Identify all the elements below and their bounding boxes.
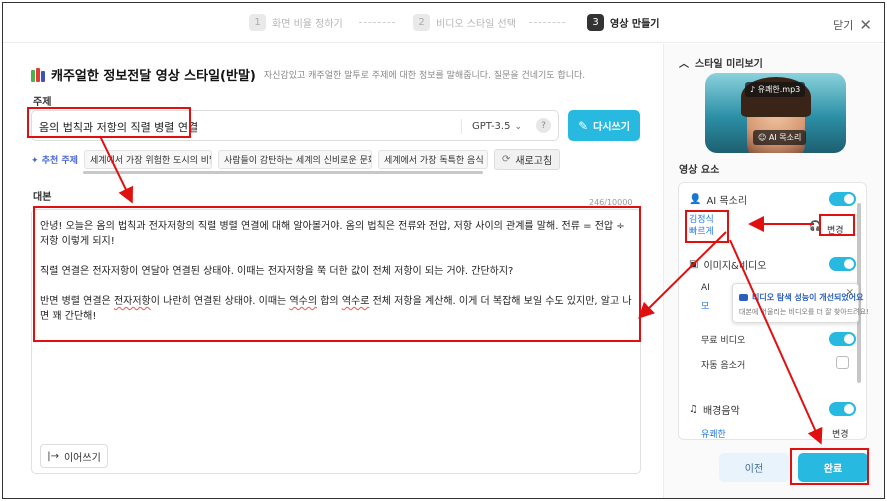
auto-mute-checkbox[interactable]	[836, 356, 849, 369]
side-panel: ︿ 스타일 미리보기 ♪ 유쾌한.mp3 ☺ AI 목소리 영상 요소 👤 AI…	[663, 44, 884, 498]
rewrite-label: 다시쓰기	[593, 122, 630, 133]
option-link[interactable]: 모	[701, 299, 709, 312]
ai-voice-row: 👤 AI 목소리	[689, 192, 747, 207]
continue-writing-button[interactable]: |→ 이어쓰기	[40, 444, 108, 468]
recommend-label: ✦ 추천 주제	[31, 156, 78, 166]
step-make-video[interactable]: 3 영상 만들기	[587, 14, 659, 31]
voice-icon: 👤	[689, 194, 702, 205]
update-tooltip: 비디오 탐색 성능이 개선되었어요 대본에 어울리는 비디오를 더 잘 찾아드려…	[732, 283, 869, 323]
voice-speed: 빠르게	[689, 227, 714, 237]
arrow-right-icon: |→	[47, 450, 59, 462]
script-label: 대본	[33, 192, 52, 203]
step-number: 1	[249, 14, 266, 31]
step-number: 2	[413, 14, 430, 31]
page-subtitle: 자신감있고 캐주얼한 말투로 주제에 대한 정보를 말해줍니다. 질문을 건네기…	[263, 71, 586, 81]
script-paragraph: 안녕! 오늘은 옴의 법칙과 전자저항의 직렬 병렬 연결에 대해 알아볼거야.…	[40, 221, 625, 247]
tooltip-close-icon[interactable]: ×	[846, 287, 854, 298]
step-label: 화면 비율 정하기	[272, 19, 343, 30]
chevron-down-icon: ⌄	[514, 121, 522, 132]
person-icon: ☺	[758, 133, 769, 142]
refresh-icon: ⟳	[501, 154, 511, 165]
step-label: 비디오 스타일 선택	[436, 19, 516, 30]
continue-label: 이어쓰기	[63, 452, 101, 464]
bgm-label: 배경음악	[702, 406, 740, 417]
topic-value: 옴의 법칙과 저항의 직렬 병렬 연결	[39, 121, 199, 134]
image-video-row: ▣ 이미지&비디오	[689, 257, 766, 272]
topic-input[interactable]: 옴의 법칙과 저항의 직렬 병렬 연결 GPT-3.5 ⌄ ?	[31, 110, 559, 141]
bgm-row: ♫ 배경음악	[689, 402, 740, 417]
refresh-label: 새로고침	[515, 156, 553, 167]
ai-voice-toggle[interactable]	[829, 192, 856, 206]
script-paragraph: 반면 병렬 연결은 전자저항이 나란히 연결된 상태야. 이때는 역수의 합의 …	[40, 296, 632, 322]
voice-name: 김정식	[689, 215, 714, 225]
topic-chip[interactable]: 사람들이 감탄하는 세계의 신비로운 문화	[217, 150, 372, 169]
script-textarea[interactable]: 안녕! 오늘은 옴의 법칙과 전자저항의 직렬 병렬 연결에 대해 알아볼거야.…	[31, 209, 641, 474]
rewrite-button[interactable]: ✎ 다시쓰기	[568, 110, 640, 141]
help-icon[interactable]: ?	[536, 118, 551, 133]
stepper: 1 화면 비율 정하기 2 비디오 스타일 선택 3 영상 만들기 닫기 ✕	[3, 3, 884, 43]
free-video-toggle[interactable]	[829, 332, 856, 346]
chevron-up-icon: ︿	[679, 59, 689, 70]
topic-chip[interactable]: 세계에서 가장 위험한 도시의 비밀	[83, 150, 212, 169]
image-icon: ▣	[689, 259, 699, 270]
app-window: 1 화면 비율 정하기 2 비디오 스타일 선택 3 영상 만들기 닫기 ✕ 캐…	[2, 2, 885, 499]
chips-scrollbar[interactable]	[83, 171, 483, 174]
bgm-change-button[interactable]: 변경	[832, 427, 849, 439]
page-header: 캐주얼한 정보전달 영상 스타일(반말) 자신감있고 캐주얼한 말투로 주제에 …	[31, 65, 585, 84]
page-title: 캐주얼한 정보전달 영상 스타일(반말)	[51, 69, 256, 84]
music-note-icon: ♫	[689, 404, 698, 415]
close-button[interactable]: 닫기 ✕	[833, 16, 872, 34]
voice-info[interactable]: 김정식 빠르게	[689, 214, 714, 238]
music-note-icon: ♪	[750, 85, 758, 94]
close-icon: ✕	[859, 16, 872, 34]
music-tag: ♪ 유쾌한.mp3	[745, 82, 806, 97]
script-paragraph: 직렬 연결은 전자저항이 연달아 연결된 상태야. 이때는 전자저항을 쭉 더한…	[40, 266, 514, 277]
books-icon	[31, 67, 45, 82]
voice-tag: ☺ AI 목소리	[753, 130, 807, 145]
step-aspect-ratio[interactable]: 1 화면 비율 정하기	[249, 14, 343, 31]
step-video-style[interactable]: 2 비디오 스타일 선택	[413, 14, 516, 31]
recommended-topics: ✦ 추천 주제 세계에서 가장 위험한 도시의 비밀 사람들이 감탄하는 세계의…	[31, 149, 561, 170]
done-button[interactable]: 완료	[798, 453, 868, 482]
step-divider	[359, 22, 395, 23]
close-label: 닫기	[833, 19, 854, 32]
script-content: 안녕! 오늘은 옴의 법칙과 전자저항의 직렬 병렬 연결에 대해 알아볼거야.…	[40, 219, 632, 339]
headphones-icon[interactable]: 🎧	[809, 221, 821, 232]
image-video-label: 이미지&비디오	[703, 261, 767, 272]
main-panel: 캐주얼한 정보전달 영상 스타일(반말) 자신감있고 캐주얼한 말투로 주제에 …	[3, 44, 663, 498]
char-counter: 246/10000	[589, 198, 633, 207]
magic-wand-icon: ✎	[578, 118, 589, 133]
preview-header[interactable]: ︿ 스타일 미리보기	[679, 55, 763, 70]
ai-voice-label: AI 목소리	[706, 196, 748, 207]
topic-chip[interactable]: 세계에서 가장 독특한 음식 문	[377, 150, 488, 169]
tooltip-body: 대본에 어울리는 비디오를 더 잘 찾아드려요!	[739, 308, 869, 316]
video-icon	[739, 294, 748, 301]
refresh-button[interactable]: ⟳ 새로고침	[493, 149, 561, 170]
image-video-toggle[interactable]	[829, 257, 856, 271]
auto-mute-label: 자동 음소거	[701, 361, 746, 371]
model-value: GPT-3.5	[471, 121, 511, 132]
bgm-value[interactable]: 유쾌한	[701, 427, 726, 439]
model-select[interactable]: GPT-3.5 ⌄	[460, 119, 522, 134]
step-divider	[529, 22, 565, 23]
voice-change-button[interactable]: 변경	[827, 223, 844, 236]
topic-label: 주제	[33, 97, 52, 108]
ai-option-label: AI	[701, 283, 710, 293]
step-label: 영상 만들기	[610, 19, 660, 30]
elements-title: 영상 요소	[679, 165, 720, 176]
style-preview-image: ♪ 유쾌한.mp3 ☺ AI 목소리	[705, 73, 846, 153]
step-number: 3	[587, 14, 604, 31]
bgm-toggle[interactable]	[829, 402, 856, 416]
prev-button[interactable]: 이전	[719, 453, 789, 482]
free-video-label: 무료 비디오	[701, 336, 746, 346]
preview-title: 스타일 미리보기	[695, 59, 763, 70]
